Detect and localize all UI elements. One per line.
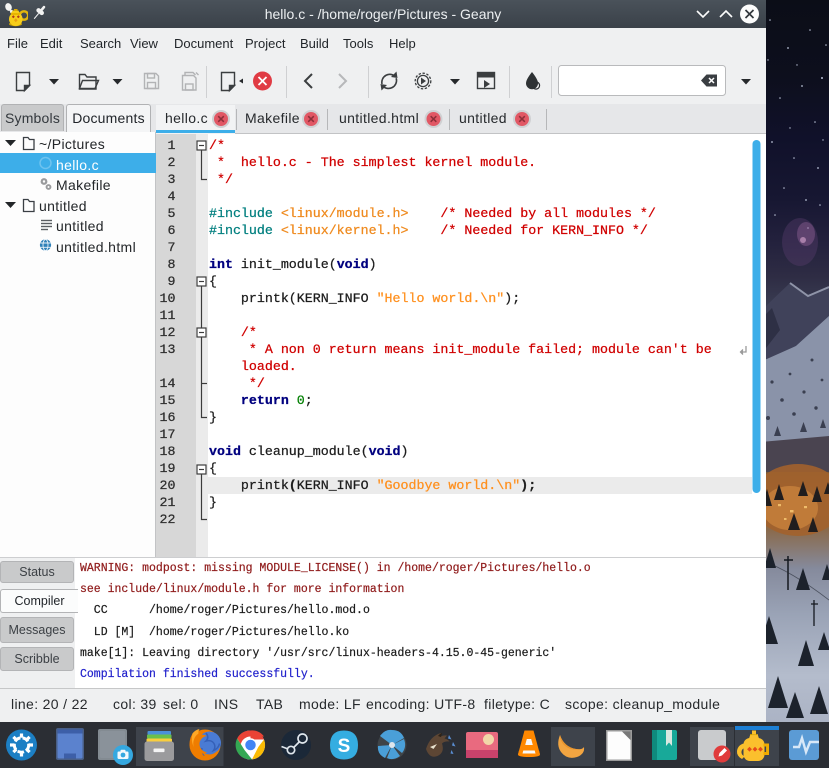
svg-text:S: S [338, 736, 351, 757]
